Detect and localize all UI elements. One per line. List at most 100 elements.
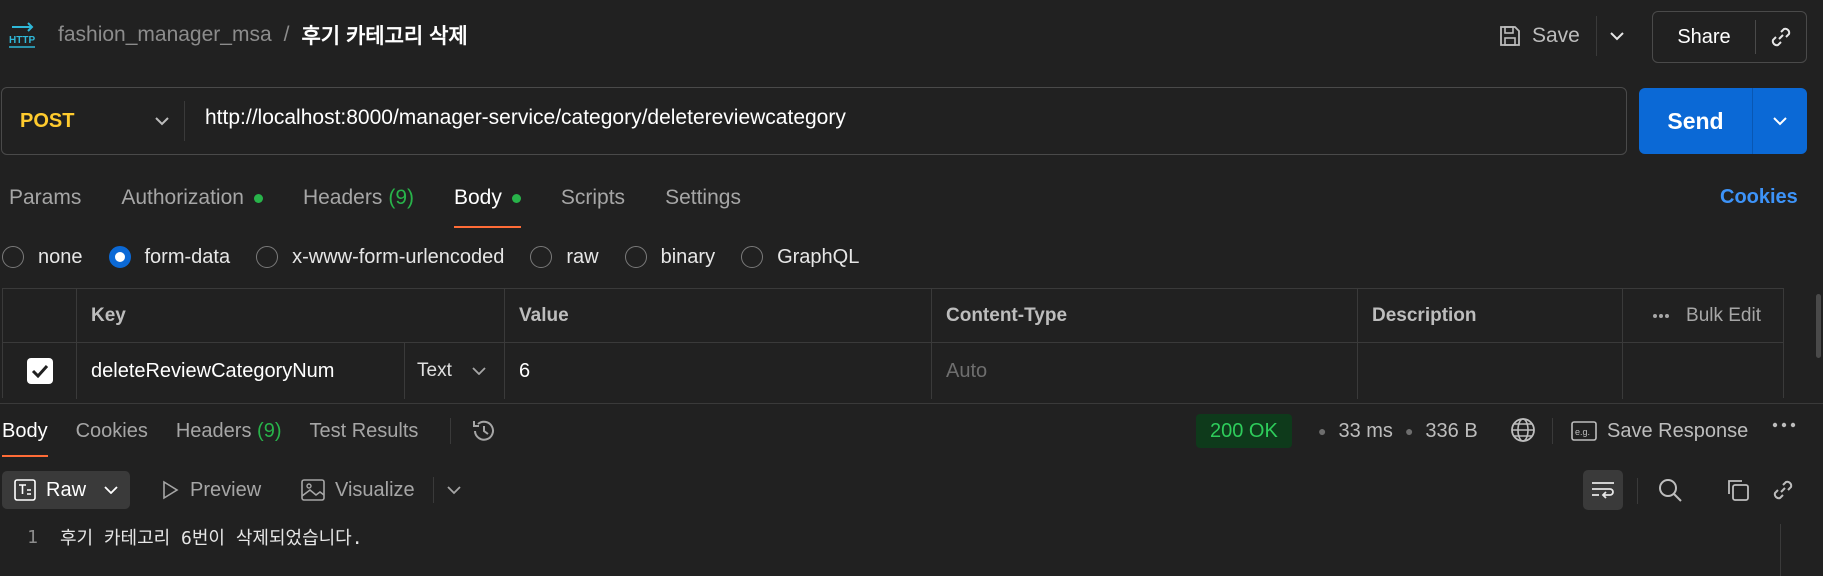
scrollbar[interactable] [1780,524,1781,576]
tab-body[interactable]: Body [454,186,521,228]
tab-label: Headers [175,419,252,442]
tab-params[interactable]: Params [9,186,81,210]
radio-binary[interactable]: binary [624,246,715,269]
view-mode-select[interactable]: Raw [2,471,130,509]
content-type-input[interactable]: Auto [932,343,1358,399]
more-icon[interactable] [1772,422,1796,428]
send-options-chevron-down-icon[interactable] [1753,88,1807,154]
tab-response-body[interactable]: Body [2,420,48,457]
divider [184,101,185,141]
tab-settings[interactable]: Settings [665,186,741,210]
response-body-line: 1 후기 카테고리 6번이 삭제되었습니다. [0,522,363,552]
image-icon [301,479,325,501]
link-icon[interactable] [1770,477,1796,503]
save-button[interactable]: Save [1498,16,1580,56]
radio-circle [256,246,279,268]
url-input[interactable]: http://localhost:8000/manager-service/ca… [205,106,846,130]
cookies-link[interactable]: Cookies [1720,186,1798,209]
column-content-type: Content-Type [932,289,1358,342]
radio-label: none [38,245,83,268]
tab-label: Params [9,186,82,209]
bulk-edit-cell: Bulk Edit [1623,289,1783,342]
radio-graphql[interactable]: GraphQL [741,246,859,269]
radio-circle-selected [108,246,131,268]
share-button[interactable]: Share [1653,20,1756,54]
divider [433,477,434,503]
bulk-edit-button[interactable]: Bulk Edit [1686,305,1761,327]
response-divider[interactable] [0,403,1823,404]
radio-form-data[interactable]: form-data [108,246,230,269]
radio-raw[interactable]: raw [530,246,599,269]
column-description: Description [1358,289,1623,342]
body-type-radios: none form-data x-www-form-urlencoded raw… [2,242,885,272]
tab-response-cookies[interactable]: Cookies [76,420,148,443]
visualize-options-chevron-down-icon[interactable] [446,475,462,505]
request-tabs: Params Authorization Headers (9) Body Scr… [9,182,781,228]
tab-response-headers[interactable]: Headers (9) [176,420,282,443]
save-options-chevron-down-icon[interactable] [1596,16,1636,56]
row-checkbox-cell [3,343,77,399]
status-dot [511,193,521,203]
header-checkbox-cell [3,289,77,342]
send-button[interactable]: Send [1639,88,1753,154]
type-label: Text [417,360,452,381]
breadcrumb-collection[interactable]: fashion_manager_msa [58,23,272,47]
chevron-down-icon [472,367,486,375]
status-dot [253,193,263,203]
divider [1552,418,1553,444]
preview-button[interactable]: Preview [160,475,261,505]
svg-text:HTTP: HTTP [9,35,35,46]
table-row: deleteReviewCategoryNum Text 6 Auto [3,343,1783,399]
share-group: Share [1652,11,1807,63]
wrap-lines-icon[interactable] [1583,470,1623,510]
line-text[interactable]: 후기 카테고리 6번이 삭제되었습니다. [60,524,363,550]
tab-count: (9) [388,186,414,209]
svg-text:e.g.: e.g. [1575,427,1590,437]
radio-label: GraphQL [777,245,860,268]
tab-label: Headers [302,186,383,209]
request-name[interactable]: 후기 카테고리 삭제 [301,20,467,50]
key-input[interactable]: deleteReviewCategoryNum [77,343,405,399]
tab-test-results[interactable]: Test Results [309,420,418,443]
description-input[interactable] [1358,343,1623,399]
row-actions-cell [1623,343,1783,399]
response-tabs: Body Cookies Headers (9) Test Results [2,416,446,457]
visualize-button[interactable]: Visualize [301,475,415,505]
response-time[interactable]: 33 ms [1338,420,1392,443]
raw-text-icon [14,479,36,501]
save-label: Save [1532,24,1580,47]
response-meta: ● 33 ms ● 336 B [1306,418,1478,444]
tab-label: Scripts [560,186,626,209]
save-response-button[interactable]: e.g. Save Response [1571,416,1748,446]
response-size[interactable]: 336 B [1425,420,1477,443]
radio-urlencoded[interactable]: x-www-form-urlencoded [256,246,504,269]
column-value: Value [505,289,932,342]
tab-label: Body [454,186,502,209]
visualize-label: Visualize [335,478,415,501]
preview-label: Preview [190,478,262,501]
type-select[interactable]: Text [405,343,505,399]
tab-scripts[interactable]: Scripts [561,186,625,210]
line-number: 1 [27,526,38,548]
more-icon[interactable] [1652,313,1670,319]
table-header: Key Value Content-Type Description Bulk … [3,289,1783,343]
tab-count: (9) [257,419,282,442]
status-badge: 200 OK [1196,414,1292,448]
copy-icon[interactable] [1725,477,1751,503]
method-select[interactable]: POST [20,108,170,134]
tab-authorization[interactable]: Authorization [121,186,263,210]
radio-circle [530,246,553,268]
history-icon[interactable] [470,417,498,445]
radio-label: x-www-form-urlencoded [292,245,505,268]
link-icon[interactable] [1756,24,1806,50]
radio-none[interactable]: none [2,246,83,269]
value-input[interactable]: 6 [505,343,932,399]
save-response-label: Save Response [1607,419,1749,442]
globe-icon[interactable] [1509,416,1537,444]
row-checkbox[interactable] [26,358,53,384]
radio-circle [741,246,764,268]
tab-headers[interactable]: Headers (9) [303,186,414,210]
scrollbar[interactable] [1816,294,1821,358]
search-icon[interactable] [1656,476,1684,504]
breadcrumb-separator: / [283,23,290,46]
